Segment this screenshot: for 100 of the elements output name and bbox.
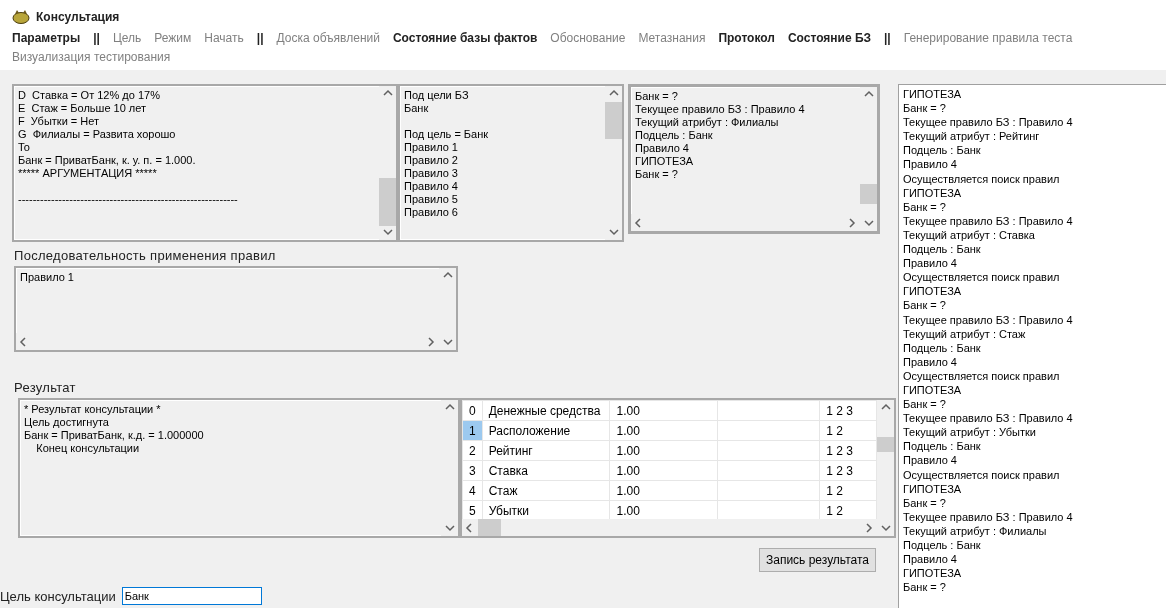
scroll-down-icon[interactable] [862, 217, 875, 229]
text-line: ГИПОТЕЗА [903, 566, 963, 581]
text-line: Текущий атрибут : Филиалы [903, 523, 1048, 538]
scroll-thumb[interactable] [877, 436, 894, 453]
text-line: Правило 4 [903, 453, 958, 468]
menu-item[interactable]: Генерирование правила теста [903, 30, 1073, 45]
text-line: Текущее правило БЗ : Правило 4 [903, 509, 1074, 524]
text-line: То [18, 141, 31, 154]
text-line: Банк = ? [635, 90, 679, 103]
text-line: ГИПОТЕЗА [903, 87, 963, 102]
row-number-cell[interactable]: 2 [462, 440, 483, 461]
text-line: Банк = ? [903, 199, 947, 214]
text-line: Банк = ? [903, 101, 947, 116]
text-line: Под цель = Банк [404, 128, 490, 141]
scroll-down-icon[interactable] [879, 522, 892, 534]
text-line: Конец консультации [35, 442, 141, 455]
text-line: ------------------------------------------------------------ [18, 193, 239, 206]
text-line: Текущее правило БЗ : Правило 4 [903, 312, 1074, 327]
scroll-down-icon[interactable] [381, 226, 394, 238]
text-line: Банк = ПриватБанк, к.д. = 1.000000 [24, 429, 205, 442]
save-result-button[interactable]: Запись результата [758, 548, 876, 572]
table-cell: 1 2 3 [819, 440, 877, 461]
text-line: Банк = ? [903, 397, 947, 412]
text-line: Банк = ? [903, 298, 947, 313]
text-line: Банк = ПриватБанк, к. у. п. = 1.000. [18, 154, 197, 167]
scroll-right-icon[interactable] [863, 521, 875, 534]
table-cell: Расположение [482, 420, 610, 441]
row-number-cell[interactable]: 3 [462, 460, 483, 481]
field-label: Цель консультации [0, 588, 116, 604]
text-line: Правило 4 [903, 256, 958, 271]
menu-separator: || [256, 30, 264, 45]
row-number-cell[interactable]: 0 [462, 400, 483, 421]
scroll-down-icon[interactable] [607, 226, 620, 238]
scrollbar[interactable] [877, 400, 894, 536]
scrollbar[interactable] [605, 86, 622, 240]
table-cell: 1 2 3 [819, 400, 877, 421]
row-number-cell[interactable]: 1 [462, 420, 483, 441]
menu-item[interactable]: Состояние базы фактов [392, 30, 538, 45]
text-line: Правило 5 [404, 193, 459, 206]
table-cell: Денежные средства [482, 400, 610, 421]
table-cell: 1.00 [609, 400, 718, 421]
text-line: Текущее правило БЗ : Правило 4 [903, 213, 1074, 228]
text-line: ГИПОТЕЗА [903, 382, 963, 398]
text-line: Банк [404, 102, 430, 115]
row-number-cell[interactable]: 4 [462, 480, 483, 501]
text-line: Правило 4 [635, 142, 690, 155]
scrollbar[interactable] [439, 268, 456, 350]
scrollbar[interactable] [441, 400, 458, 536]
menu-item[interactable]: Визуализация тестирования [12, 49, 171, 64]
table-cell: 1 2 3 [819, 460, 877, 481]
scroll-thumb[interactable] [478, 519, 501, 536]
text-line: Цель достигнута [24, 416, 110, 429]
text-line: Текущее правило БЗ : Правило 4 [635, 103, 806, 116]
menu-item[interactable]: Обоснование [550, 30, 626, 45]
text-line: Банк = ? [903, 495, 947, 510]
text-line: Осуществляется поиск правил [903, 270, 1061, 285]
scrollbar[interactable] [462, 519, 877, 536]
section-label: Последовательность применения правил [14, 248, 277, 263]
scroll-down-icon[interactable] [441, 336, 454, 348]
text-line: Подцель : Банк [903, 143, 982, 158]
table-cell: Ставка [482, 460, 610, 481]
menu-item[interactable]: Начать [204, 30, 244, 45]
scroll-down-icon[interactable] [443, 522, 456, 534]
text-line: Подцель : Банк [903, 439, 982, 454]
text-line: Правило 2 [404, 154, 459, 167]
menu-item[interactable]: Состояние БЗ [787, 30, 871, 45]
scroll-thumb[interactable] [860, 183, 877, 204]
text-line: Осуществляется поиск правил [903, 171, 1061, 186]
menu-item[interactable]: Цель [112, 30, 142, 45]
text-line: G Филиалы = Развита хорошо [18, 128, 177, 141]
table-cell: 1.00 [609, 460, 718, 481]
text-line: ГИПОТЕЗА [903, 481, 963, 496]
table-cell: 1.00 [609, 420, 718, 441]
menu-item[interactable]: Параметры [12, 30, 81, 45]
text-line: Под цели БЗ [404, 89, 470, 102]
text-line: Банк = ? [635, 168, 679, 181]
text-line: Правило 4 [404, 180, 459, 193]
scroll-thumb[interactable] [379, 177, 396, 227]
scrollbar[interactable] [379, 86, 396, 240]
menu-item[interactable]: Протокол [718, 30, 775, 45]
scroll-thumb[interactable] [605, 102, 622, 139]
goal-input-field[interactable]: Банк [121, 587, 262, 605]
menu-item[interactable]: Метазнания [638, 30, 706, 45]
table-cell: 1.00 [609, 480, 718, 501]
text-line: Банк = ? [903, 580, 947, 595]
text-line: Осуществляется поиск правил [903, 368, 1061, 383]
text-line: Текущий атрибут : Стаж [903, 326, 1027, 341]
menu-item[interactable]: Режим [154, 30, 192, 45]
text-line: Подцель : Банк [903, 538, 982, 553]
text-line: Подцель : Банк [903, 340, 982, 355]
text-line: D Ставка = От 12% до 17% [18, 89, 161, 102]
scroll-right-icon[interactable] [425, 335, 437, 348]
table-cell: Рейтинг [482, 440, 610, 461]
menu-item[interactable]: Доска объявлений [276, 30, 380, 45]
text-line: Текущее правило БЗ : Правило 4 [903, 115, 1074, 130]
text-line: ГИПОТЕЗА [903, 284, 963, 299]
text-line: Правило 4 [903, 157, 958, 172]
scroll-right-icon[interactable] [846, 216, 858, 229]
scrollbar[interactable] [860, 87, 877, 231]
text-line: Правило 1 [404, 141, 459, 154]
